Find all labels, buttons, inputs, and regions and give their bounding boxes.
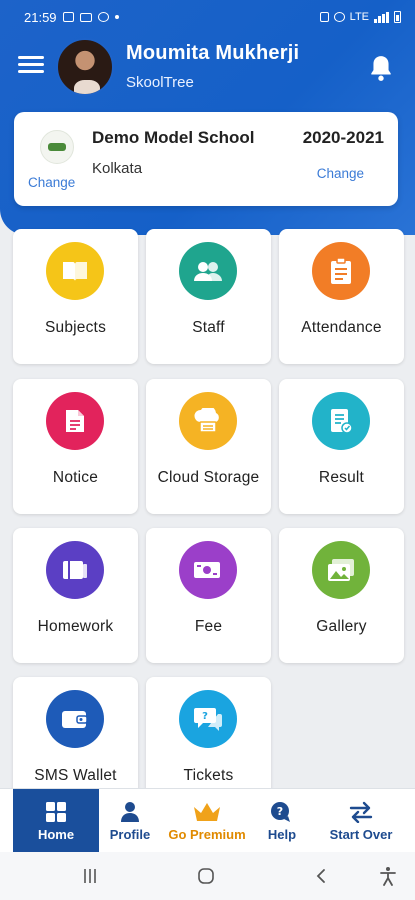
nav-label: Home — [37, 826, 75, 842]
tile-staff[interactable]: Staff — [146, 229, 271, 364]
tile-label: Homework — [37, 618, 114, 635]
nav-label: Start Over — [329, 826, 393, 842]
swap-icon — [349, 801, 373, 823]
money-icon — [179, 541, 237, 599]
book-icon — [46, 242, 104, 300]
change-school-button[interactable]: Change — [28, 175, 75, 190]
tile-label: Subjects — [44, 319, 107, 336]
bottom-nav: Home Profile Go Premium ? Help Start Ove… — [0, 788, 415, 853]
tile-notice[interactable]: Notice — [13, 379, 138, 514]
status-time: 21:59 — [24, 9, 57, 25]
help-icon: ? — [271, 801, 290, 822]
lock-icon — [319, 12, 329, 22]
nav-label: Profile — [109, 826, 151, 842]
wallet-icon — [46, 690, 104, 748]
battery-icon — [394, 11, 401, 23]
tile-label: Notice — [52, 469, 99, 486]
menu-icon[interactable] — [18, 56, 44, 76]
status-bar: 21:59 LTE — [0, 0, 415, 34]
crown-icon — [194, 802, 220, 821]
nav-profile[interactable]: Profile — [101, 789, 159, 853]
clipboard-icon — [312, 242, 370, 300]
tile-label: Result — [318, 469, 365, 486]
tile-label: Cloud Storage — [157, 469, 260, 486]
recent-apps-icon[interactable] — [82, 868, 98, 884]
cloud-icon — [179, 392, 237, 450]
nav-label: Go Premium — [168, 826, 246, 842]
tile-fee[interactable]: Fee — [146, 528, 271, 663]
svg-text:?: ? — [277, 805, 283, 818]
svg-text:?: ? — [202, 711, 208, 722]
nav-go-premium[interactable]: Go Premium — [159, 789, 255, 853]
signal-icon — [374, 11, 389, 23]
tile-cloud-storage[interactable]: Cloud Storage — [146, 379, 271, 514]
alarm-icon — [333, 12, 345, 22]
app-notification-icon — [97, 12, 109, 22]
back-icon[interactable] — [315, 868, 327, 884]
nav-label: Help — [267, 826, 297, 842]
gallery-icon — [312, 541, 370, 599]
home-system-icon[interactable] — [197, 867, 215, 885]
profile-icon — [121, 801, 139, 822]
app-name: SkoolTree — [126, 74, 194, 91]
bell-icon[interactable] — [368, 54, 394, 82]
school-city: Kolkata — [92, 160, 143, 177]
user-name: Moumita Mukherji — [126, 42, 300, 64]
tile-label: Attendance — [301, 319, 382, 336]
tile-label: Tickets — [183, 767, 234, 784]
nav-start-over[interactable]: Start Over — [309, 789, 413, 853]
tickets-icon: ? — [179, 690, 237, 748]
homework-icon — [46, 541, 104, 599]
nav-help[interactable]: ? Help — [255, 789, 309, 853]
nav-home[interactable]: Home — [13, 789, 99, 853]
tile-label: Staff — [192, 319, 225, 336]
change-year-button[interactable]: Change — [317, 166, 364, 181]
tile-label: SMS Wallet — [34, 767, 117, 784]
result-icon — [312, 392, 370, 450]
tile-attendance[interactable]: Attendance — [279, 229, 404, 364]
tile-homework[interactable]: Homework — [13, 528, 138, 663]
tile-result[interactable]: Result — [279, 379, 404, 514]
network-type: LTE — [349, 11, 369, 23]
system-nav-bar — [0, 852, 415, 900]
tile-gallery[interactable]: Gallery — [279, 528, 404, 663]
academic-year: 2020-2021 — [302, 128, 384, 147]
home-icon — [46, 801, 66, 822]
school-name: Demo Model School — [92, 128, 255, 147]
notice-icon — [46, 392, 104, 450]
tile-label: Fee — [194, 618, 223, 635]
school-card: Change Demo Model School 2020-2021 Kolka… — [14, 112, 398, 206]
staff-icon — [179, 242, 237, 300]
avatar[interactable] — [56, 38, 114, 96]
tile-label: Gallery — [316, 618, 367, 635]
more-notifications-icon — [114, 15, 119, 19]
accessibility-icon[interactable] — [378, 866, 398, 886]
tile-subjects[interactable]: Subjects — [13, 229, 138, 364]
school-logo — [40, 130, 74, 164]
video-notification-icon — [79, 12, 92, 22]
gallery-notification-icon — [62, 12, 74, 22]
app-header: 21:59 LTE Moumita Mukherji SkoolTree Cha… — [0, 0, 415, 235]
